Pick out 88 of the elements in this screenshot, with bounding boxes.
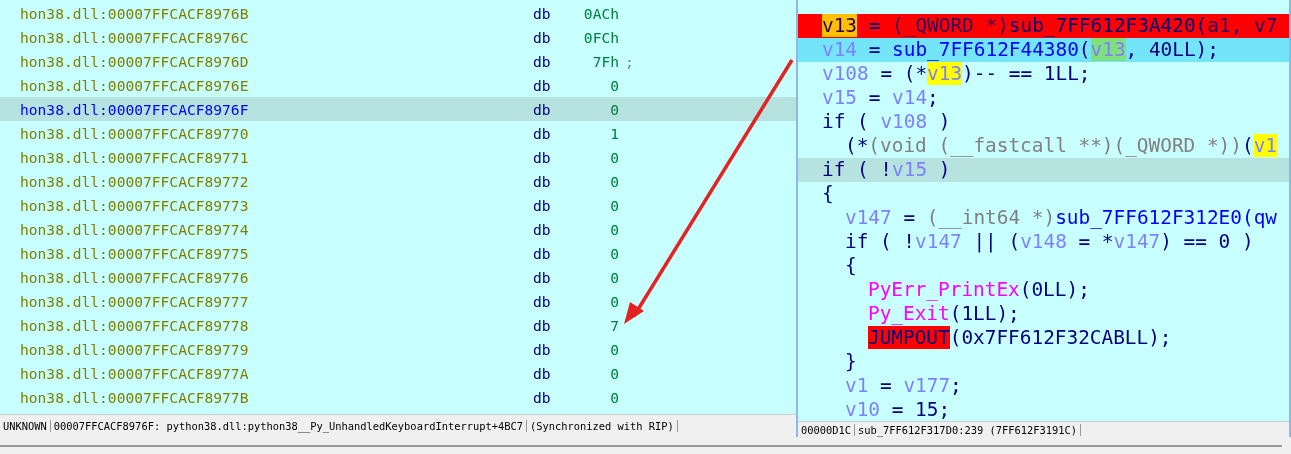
disassembly-row[interactable]: hon38.dll:00007FFCACF89774 db 0 xyxy=(0,217,796,241)
code-line[interactable]: if ( !v147 || (v148 = *v147) == 0 ) xyxy=(798,230,1289,254)
address-text: hon38.dll:00007FFCACF8976F xyxy=(20,100,250,118)
disassembly-row[interactable]: hon38.dll:00007FFCACF89770 db 1 xyxy=(0,121,796,145)
disassembly-row[interactable]: hon38.dll:00007FFCACF89776 db 0 xyxy=(0,265,796,289)
disassembly-row[interactable]: hon38.dll:00007FFCACF89772 db 0 xyxy=(0,169,796,193)
disassembly-row[interactable]: hon38.dll:00007FFCACF8976F db 0 xyxy=(0,97,796,121)
value-text: 7 xyxy=(609,316,619,334)
code-line[interactable]: if ( v108 ) xyxy=(798,110,1289,134)
disassembly-row[interactable]: hon38.dll:00007FFCACF89773 db 0 xyxy=(0,193,796,217)
value-text: 0 xyxy=(609,388,619,406)
mnemonic-text: db xyxy=(533,292,552,310)
disassembly-row[interactable]: hon38.dll:00007FFCACF89779 db 0 xyxy=(0,337,796,361)
address-text: hon38.dll:00007FFCACF89771 xyxy=(20,148,250,166)
code-line[interactable]: Py_Exit(1LL); xyxy=(798,302,1289,326)
value-text: 0 xyxy=(609,76,619,94)
value-text: 0FCh xyxy=(582,28,619,46)
address-text: hon38.dll:00007FFCACF89775 xyxy=(20,244,250,262)
mnemonic-text: db xyxy=(533,316,552,334)
disassembly-row[interactable]: hon38.dll:00007FFCACF89778 db 7 xyxy=(0,313,796,337)
mnemonic-text: db xyxy=(533,4,552,22)
disassembly-row[interactable]: hon38.dll:00007FFCACF8977A db 0 xyxy=(0,361,796,385)
address-text: hon38.dll:00007FFCACF8977A xyxy=(20,364,250,382)
value-text: 0 xyxy=(609,148,619,166)
disassembly-row[interactable]: hon38.dll:00007FFCACF8977B db 0 xyxy=(0,385,796,409)
code-line[interactable]: } xyxy=(798,350,1289,374)
code-line[interactable]: v147 = (__int64 *)sub_7FF612F312E0(qw xyxy=(798,206,1289,230)
mnemonic-text: db xyxy=(533,52,552,70)
value-text: 0 xyxy=(609,268,619,286)
address-text: hon38.dll:00007FFCACF8976E xyxy=(20,76,250,94)
address-text: hon38.dll:00007FFCACF8976C xyxy=(20,28,250,46)
address-text: hon38.dll:00007FFCACF89774 xyxy=(20,220,250,238)
code-line[interactable]: { xyxy=(798,254,1289,278)
value-text: 0 xyxy=(609,100,619,118)
mnemonic-text: db xyxy=(533,220,552,238)
mnemonic-text: db xyxy=(533,76,552,94)
code-line[interactable]: v108 = (*v13)-- == 1LL; xyxy=(798,62,1289,86)
code-line[interactable]: v1 = v177; xyxy=(798,374,1289,398)
value-text: 0 xyxy=(609,196,619,214)
address-text: hon38.dll:00007FFCACF89773 xyxy=(20,196,250,214)
value-text: 0 xyxy=(609,292,619,310)
value-text: 0 xyxy=(609,172,619,190)
mnemonic-text: db xyxy=(533,388,552,406)
code-line[interactable]: (*(void (__fastcall **)(_QWORD *))(v1 xyxy=(798,134,1289,158)
value-text: 0 xyxy=(609,220,619,238)
code-line[interactable]: PyErr_PrintEx(0LL); xyxy=(798,278,1289,302)
mnemonic-text: db xyxy=(533,364,552,382)
code-line[interactable]: v15 = v14; xyxy=(798,86,1289,110)
address-text: hon38.dll:00007FFCACF89778 xyxy=(20,316,250,334)
mnemonic-text: db xyxy=(533,148,552,166)
mnemonic-text: db xyxy=(533,100,552,118)
disassembly-row[interactable]: hon38.dll:00007FFCACF89775 db 0 xyxy=(0,241,796,265)
mnemonic-text: db xyxy=(533,244,552,262)
address-text: hon38.dll:00007FFCACF8977B xyxy=(20,388,250,406)
mnemonic-text: db xyxy=(533,124,552,142)
mnemonic-text: db xyxy=(533,268,552,286)
value-text: 0 xyxy=(609,244,619,262)
address-text: hon38.dll:00007FFCACF89770 xyxy=(20,124,250,142)
value-text: 0ACh xyxy=(582,4,619,22)
code-line[interactable]: v10 = 15; xyxy=(798,398,1289,421)
value-text: 0 xyxy=(609,364,619,382)
address-text: hon38.dll:00007FFCACF8976B xyxy=(20,4,250,22)
address-text: hon38.dll:00007FFCACF89777 xyxy=(20,292,250,310)
code-line[interactable]: { xyxy=(798,182,1289,206)
value-text: 7Fh xyxy=(591,52,619,70)
address-text: hon38.dll:00007FFCACF89776 xyxy=(20,268,250,286)
mnemonic-text: db xyxy=(533,196,552,214)
disassembly-row[interactable]: hon38.dll:00007FFCACF8976D db 7Fh ; xyxy=(0,49,796,73)
disassembly-row[interactable]: hon38.dll:00007FFCACF89777 db 0 xyxy=(0,289,796,313)
offset-text: 00000D1C xyxy=(798,423,856,436)
value-text: 0 xyxy=(609,340,619,358)
comment-text: ; xyxy=(625,52,634,70)
disassembly-row[interactable]: hon38.dll:00007FFCACF8976C db 0FCh xyxy=(0,25,796,49)
location-text: sub_7FF612F317D0:239 (7FF612F3191C) xyxy=(855,423,1081,436)
segment-text: UNKNOWN xyxy=(0,420,51,432)
disassembly-row[interactable]: hon38.dll:00007FFCACF89771 db 0 xyxy=(0,145,796,169)
scrollbar[interactable] xyxy=(0,444,1282,447)
value-text: 1 xyxy=(609,124,619,142)
address-text: hon38.dll:00007FFCACF89772 xyxy=(20,172,250,190)
mnemonic-text: db xyxy=(533,340,552,358)
disassembly-row[interactable]: hon38.dll:00007FFCACF8976B db 0ACh xyxy=(0,1,796,25)
mnemonic-text: db xyxy=(533,172,552,190)
mnemonic-text: db xyxy=(533,28,552,46)
sync-text: (Synchronized with RIP) xyxy=(527,420,678,432)
address-text: hon38.dll:00007FFCACF8976D xyxy=(20,52,250,70)
location-text: 00007FFCACF8976F: python38.dll:python38__Py_UnhandledKeyboardInterrupt+4BC7 xyxy=(50,420,527,432)
disassembly-row[interactable]: hon38.dll:00007FFCACF8976E db 0 xyxy=(0,73,796,97)
address-text: hon38.dll:00007FFCACF89779 xyxy=(20,340,250,358)
